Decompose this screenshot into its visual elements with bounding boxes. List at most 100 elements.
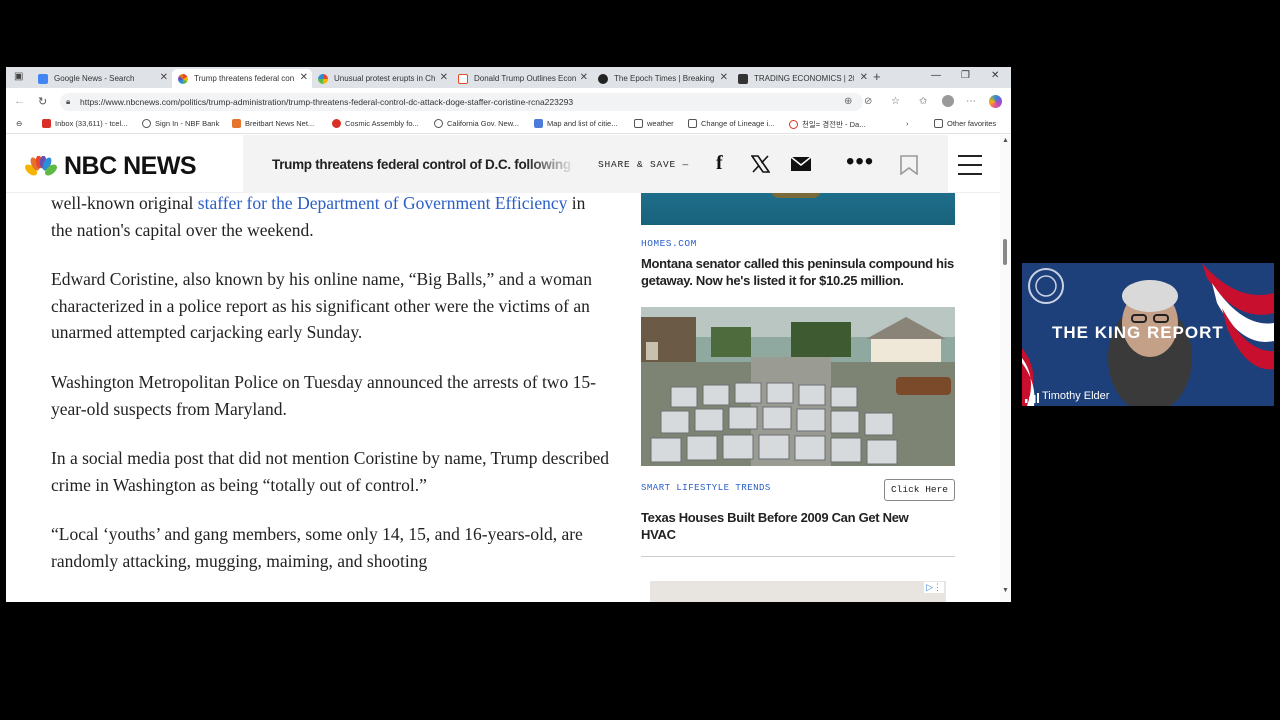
tab-title: Donald Trump Outlines Econ bbox=[474, 74, 577, 83]
signal-bars-icon bbox=[1025, 393, 1039, 403]
bookmark-gmail[interactable]: Inbox (33,611) - tcel... bbox=[42, 119, 127, 128]
favorite-star-icon[interactable]: ☆ bbox=[891, 96, 900, 107]
cosmic-icon bbox=[332, 119, 341, 128]
hamburger-menu-icon[interactable] bbox=[958, 155, 982, 182]
bookmark-label: 천일= 경전반 - Da... bbox=[802, 120, 866, 129]
bookmark-label: Other favorites bbox=[947, 119, 997, 128]
restore-icon[interactable]: ❐ bbox=[961, 70, 970, 81]
close-tab-icon[interactable]: ✕ bbox=[720, 72, 728, 83]
tab-trading-economics[interactable]: TRADING ECONOMICS | 20 ✕ bbox=[732, 69, 872, 88]
favorites-icon[interactable]: ✩ bbox=[919, 96, 927, 107]
minimize-icon[interactable]: — bbox=[931, 70, 941, 81]
block-icon[interactable]: ⊘ bbox=[864, 96, 872, 107]
zoom-icon[interactable]: ⊕ bbox=[844, 96, 852, 107]
url-text: https://www.nbcnews.com/politics/trump-a… bbox=[80, 97, 574, 107]
web-page: NBC NEWS Trump threatens federal control… bbox=[6, 135, 1011, 602]
bookmarks-bar: ⊖ Inbox (33,611) - tcel... Sign In - NBF… bbox=[6, 116, 1011, 134]
bookmark-label: Inbox (33,611) - tcel... bbox=[55, 119, 128, 128]
share-save-label[interactable]: SHARE & SAVE — bbox=[598, 159, 689, 170]
map-icon bbox=[534, 119, 543, 128]
scrollbar-thumb[interactable] bbox=[1003, 239, 1007, 265]
breitbart-icon bbox=[232, 119, 241, 128]
divider bbox=[641, 556, 955, 557]
tab-economy[interactable]: Donald Trump Outlines Econ ✕ bbox=[452, 69, 592, 88]
peacock-icon bbox=[25, 155, 57, 175]
scroll-down-icon[interactable]: ▼ bbox=[1002, 587, 1009, 594]
close-tab-icon[interactable]: ✕ bbox=[860, 72, 868, 83]
x-twitter-icon[interactable] bbox=[751, 155, 770, 173]
tab-bar: ▣ Google News - Search ✕ Trump threatens… bbox=[6, 67, 1011, 88]
doge-staffer-link[interactable]: staffer for the Department of Government… bbox=[198, 193, 568, 213]
new-tab-icon[interactable]: + bbox=[873, 69, 881, 84]
gmail-icon bbox=[42, 119, 51, 128]
tab-google-news[interactable]: Google News - Search ✕ bbox=[32, 69, 172, 88]
ad-headline[interactable]: Texas Houses Built Before 2009 Can Get N… bbox=[641, 509, 941, 543]
participant-name: Timothy Elder bbox=[1042, 390, 1110, 402]
profile-avatar[interactable] bbox=[942, 95, 954, 107]
ad-banner[interactable]: ▷⋮ bbox=[650, 581, 946, 602]
address-bar: ← ↻ 🔒︎ https://www.nbcnews.com/politics/… bbox=[6, 88, 1011, 116]
bookmark-other-favorites[interactable]: Other favorites bbox=[934, 119, 996, 128]
ad-image-lake[interactable] bbox=[641, 190, 955, 225]
site-header: NBC NEWS Trump threatens federal control… bbox=[6, 135, 1000, 193]
ad-source[interactable]: SMART LIFESTYLE TRENDS bbox=[641, 483, 771, 493]
more-options-icon[interactable]: ••• bbox=[846, 148, 874, 176]
tab-nbc-article[interactable]: Trump threatens federal con ✕ bbox=[172, 69, 312, 88]
bookmark-cosmic[interactable]: Cosmic Assembly fo... bbox=[332, 119, 419, 128]
refresh-icon[interactable]: ↻ bbox=[38, 95, 47, 108]
url-field[interactable]: 🔒︎ https://www.nbcnews.com/politics/trum… bbox=[60, 93, 863, 111]
ad-headline[interactable]: Montana senator called this peninsula co… bbox=[641, 255, 955, 289]
bookmark-label: Sign In - NBF Bank bbox=[155, 119, 220, 128]
bookmark-korean[interactable]: 천일= 경전반 - Da... bbox=[789, 119, 865, 130]
bookmark-lineage[interactable]: Change of Lineage i... bbox=[688, 119, 774, 128]
bookmarks-toggle-icon[interactable]: ⊖ bbox=[16, 119, 22, 128]
korean-site-icon bbox=[789, 120, 798, 129]
chevron-right-icon[interactable]: › bbox=[906, 119, 909, 128]
facebook-icon[interactable]: f bbox=[716, 152, 723, 175]
lock-icon: 🔒︎ bbox=[66, 97, 71, 106]
close-window-icon[interactable]: ✕ bbox=[991, 70, 999, 81]
browser-window: ▣ Google News - Search ✕ Trump threatens… bbox=[6, 67, 1011, 602]
bookmark-weather[interactable]: weather bbox=[634, 119, 674, 128]
bookmark-bank[interactable]: Sign In - NBF Bank bbox=[142, 119, 219, 128]
article-paragraph: “Local ‘youths’ and gang members, some o… bbox=[51, 524, 583, 571]
title-fade bbox=[526, 150, 576, 180]
close-tab-icon[interactable]: ✕ bbox=[440, 72, 448, 83]
article-body: well-known original staffer for the Depa… bbox=[51, 190, 611, 598]
nbc-logo[interactable]: NBC NEWS bbox=[24, 152, 197, 181]
back-icon[interactable]: ← bbox=[14, 95, 25, 107]
folder-icon bbox=[634, 119, 643, 128]
article-paragraph: In a social media post that did not ment… bbox=[51, 448, 609, 495]
close-tab-icon[interactable]: ✕ bbox=[300, 72, 308, 83]
close-tab-icon[interactable]: ✕ bbox=[160, 72, 168, 83]
ad-source[interactable]: HOMES.COM bbox=[641, 238, 697, 249]
email-icon[interactable] bbox=[791, 157, 811, 171]
bookmark-label: Change of Lineage i... bbox=[701, 119, 775, 128]
nbc-favicon bbox=[178, 73, 188, 84]
google-news-favicon bbox=[38, 73, 48, 84]
page-scrollbar[interactable]: ▲ ▼ bbox=[1000, 135, 1011, 602]
scroll-up-icon[interactable]: ▲ bbox=[1002, 137, 1009, 144]
adchoices-icon[interactable]: ▷⋮ bbox=[924, 582, 944, 593]
bookmark-map[interactable]: Map and list of citie... bbox=[534, 119, 617, 128]
tab-title: Trump threatens federal con bbox=[194, 74, 295, 83]
tab-protest[interactable]: Unusual protest erupts in Ch ✕ bbox=[312, 69, 452, 88]
more-icon[interactable]: ⋯ bbox=[966, 96, 976, 107]
tab-epoch-times[interactable]: The Epoch Times | Breaking ✕ bbox=[592, 69, 732, 88]
tab-title: The Epoch Times | Breaking bbox=[614, 74, 715, 83]
bookmark-california[interactable]: California Gov. New... bbox=[434, 119, 519, 128]
click-here-button[interactable]: Click Here bbox=[884, 479, 955, 501]
bookmark-label: California Gov. New... bbox=[447, 119, 519, 128]
brand-name: NBC NEWS bbox=[64, 152, 197, 180]
bookmark-icon[interactable] bbox=[900, 155, 918, 175]
folder-icon bbox=[688, 119, 697, 128]
close-tab-icon[interactable]: ✕ bbox=[580, 72, 588, 83]
paragraph-text: well-known original bbox=[51, 193, 198, 213]
ad-image-ac-units[interactable] bbox=[641, 307, 955, 466]
bookmark-label: Map and list of citie... bbox=[547, 119, 618, 128]
bookmark-label: Breitbart News Net... bbox=[245, 119, 315, 128]
bookmark-breitbart[interactable]: Breitbart News Net... bbox=[232, 119, 314, 128]
copilot-icon[interactable] bbox=[989, 95, 1002, 108]
article-paragraph: Washington Metropolitan Police on Tuesda… bbox=[51, 371, 596, 419]
tab-actions-icon[interactable]: ▣ bbox=[14, 71, 23, 82]
